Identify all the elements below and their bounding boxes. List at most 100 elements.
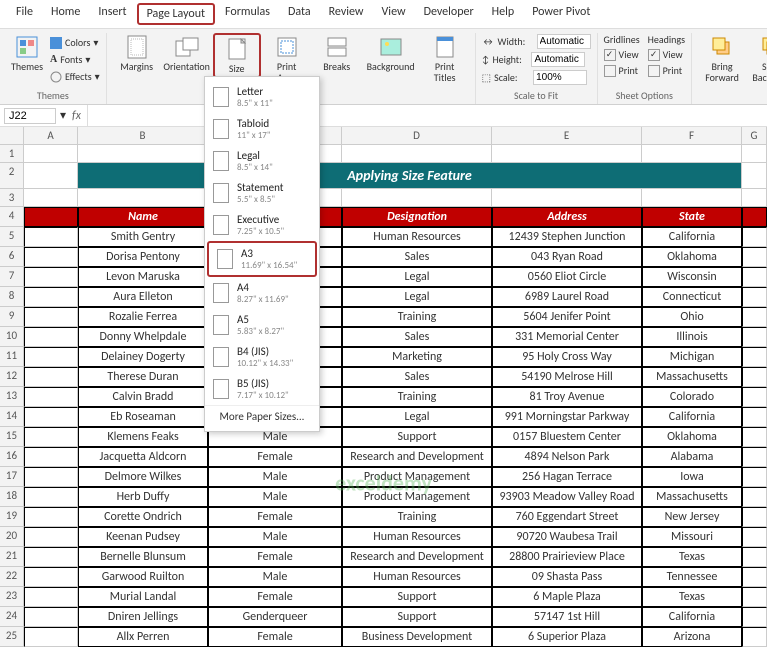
cell[interactable]: [742, 627, 767, 647]
cell[interactable]: Female: [208, 547, 342, 567]
col-header[interactable]: [0, 127, 24, 144]
cell[interactable]: [24, 527, 78, 547]
cell[interactable]: [24, 207, 78, 227]
row-header[interactable]: 15: [0, 427, 24, 447]
size-option-tabloid[interactable]: Tabloid11" x 17": [205, 113, 319, 145]
row-header[interactable]: 10: [0, 327, 24, 347]
cell[interactable]: 90720 Waubesa Trail: [492, 527, 642, 547]
cell[interactable]: 81 Troy Avenue: [492, 387, 642, 407]
size-option-b4-jis-[interactable]: B4 (JIS)10.12" x 14.33": [205, 341, 319, 373]
breaks-button[interactable]: Breaks: [313, 33, 361, 74]
cell[interactable]: Training: [342, 507, 492, 527]
cell[interactable]: Calvin Bradd: [78, 387, 208, 407]
cell[interactable]: [642, 189, 742, 207]
background-button[interactable]: Background: [363, 33, 419, 74]
cell[interactable]: California: [642, 607, 742, 627]
cell[interactable]: Genderqueer: [208, 607, 342, 627]
row-header[interactable]: 23: [0, 587, 24, 607]
cell[interactable]: 6 Maple Plaza: [492, 587, 642, 607]
menu-data[interactable]: Data: [280, 3, 319, 25]
cell[interactable]: Missouri: [642, 527, 742, 547]
row-header[interactable]: 4: [0, 207, 24, 227]
cell[interactable]: [24, 567, 78, 587]
size-option-a5[interactable]: A55.83" x 8.27": [205, 309, 319, 341]
cell[interactable]: [742, 447, 767, 467]
size-option-a3[interactable]: A311.69" x 16.54": [207, 241, 317, 277]
fonts-button[interactable]: AFonts▾: [50, 52, 100, 67]
cell[interactable]: [24, 447, 78, 467]
cell[interactable]: Oklahoma: [642, 247, 742, 267]
cell[interactable]: 6 Superior Plaza: [492, 627, 642, 647]
cell[interactable]: Allx Perren: [78, 627, 208, 647]
cell[interactable]: Arizona: [642, 627, 742, 647]
cell[interactable]: [492, 189, 642, 207]
cell[interactable]: [24, 507, 78, 527]
cell[interactable]: [24, 467, 78, 487]
cell[interactable]: Colorado: [642, 387, 742, 407]
cell[interactable]: Male: [208, 567, 342, 587]
more-paper-sizes[interactable]: More Paper Sizes...: [205, 405, 319, 427]
cell[interactable]: Alabama: [642, 447, 742, 467]
cell[interactable]: [24, 267, 78, 287]
cell[interactable]: 12439 Stephen Junction: [492, 227, 642, 247]
cell[interactable]: 991 Morningstar Parkway: [492, 407, 642, 427]
cell[interactable]: Connecticut: [642, 287, 742, 307]
cell[interactable]: [24, 607, 78, 627]
cell[interactable]: New Jersey: [642, 507, 742, 527]
menu-review[interactable]: Review: [321, 3, 372, 25]
cell[interactable]: 331 Memorial Center: [492, 327, 642, 347]
cell[interactable]: [742, 367, 767, 387]
cell[interactable]: Marketing: [342, 347, 492, 367]
cell[interactable]: Legal: [342, 407, 492, 427]
cell[interactable]: 57147 1st Hill: [492, 607, 642, 627]
cell[interactable]: Jacquetta Aldcorn: [78, 447, 208, 467]
cell[interactable]: 93903 Meadow Valley Road: [492, 487, 642, 507]
cell[interactable]: Massachusetts: [642, 367, 742, 387]
cell[interactable]: Human Resources: [342, 227, 492, 247]
cell[interactable]: 54190 Melrose Hill: [492, 367, 642, 387]
cell[interactable]: [342, 145, 492, 163]
row-header[interactable]: 9: [0, 307, 24, 327]
cell[interactable]: [24, 327, 78, 347]
gridlines-view-check[interactable]: ✓: [604, 49, 616, 61]
menu-page-layout[interactable]: Page Layout: [137, 3, 215, 25]
cell[interactable]: [742, 547, 767, 567]
cell[interactable]: Name: [78, 207, 208, 227]
cell[interactable]: Human Resources: [342, 567, 492, 587]
cell[interactable]: Designation: [342, 207, 492, 227]
row-header[interactable]: 7: [0, 267, 24, 287]
cell[interactable]: Training: [342, 387, 492, 407]
cell[interactable]: Klemens Feaks: [78, 427, 208, 447]
headings-view-check[interactable]: ✓: [648, 49, 660, 61]
cell[interactable]: Keenan Pudsey: [78, 527, 208, 547]
themes-button[interactable]: Themes: [6, 33, 48, 74]
size-option-legal[interactable]: Legal8.5" x 14": [205, 145, 319, 177]
cell[interactable]: [24, 547, 78, 567]
row-header[interactable]: 6: [0, 247, 24, 267]
cell[interactable]: [742, 327, 767, 347]
row-header[interactable]: 8: [0, 287, 24, 307]
row-header[interactable]: 18: [0, 487, 24, 507]
cell[interactable]: 4894 Nelson Park: [492, 447, 642, 467]
cell[interactable]: [24, 163, 78, 189]
cell[interactable]: [742, 587, 767, 607]
cell[interactable]: Texas: [642, 587, 742, 607]
cell[interactable]: Female: [208, 447, 342, 467]
cell[interactable]: [742, 507, 767, 527]
col-header[interactable]: D: [342, 127, 492, 144]
cell[interactable]: Support: [342, 607, 492, 627]
cell[interactable]: 043 Ryan Road: [492, 247, 642, 267]
menu-home[interactable]: Home: [43, 3, 88, 25]
size-option-a4[interactable]: A48.27" x 11.69": [205, 277, 319, 309]
cell[interactable]: [742, 145, 767, 163]
cell[interactable]: 5604 Jenifer Point: [492, 307, 642, 327]
cell[interactable]: California: [642, 407, 742, 427]
menu-insert[interactable]: Insert: [90, 3, 134, 25]
cell[interactable]: Delmore Wilkes: [78, 467, 208, 487]
cell[interactable]: Female: [208, 627, 342, 647]
menu-view[interactable]: View: [374, 3, 414, 25]
scale-input[interactable]: [533, 70, 587, 85]
cell[interactable]: Female: [208, 587, 342, 607]
cell[interactable]: [742, 189, 767, 207]
cell[interactable]: [742, 567, 767, 587]
